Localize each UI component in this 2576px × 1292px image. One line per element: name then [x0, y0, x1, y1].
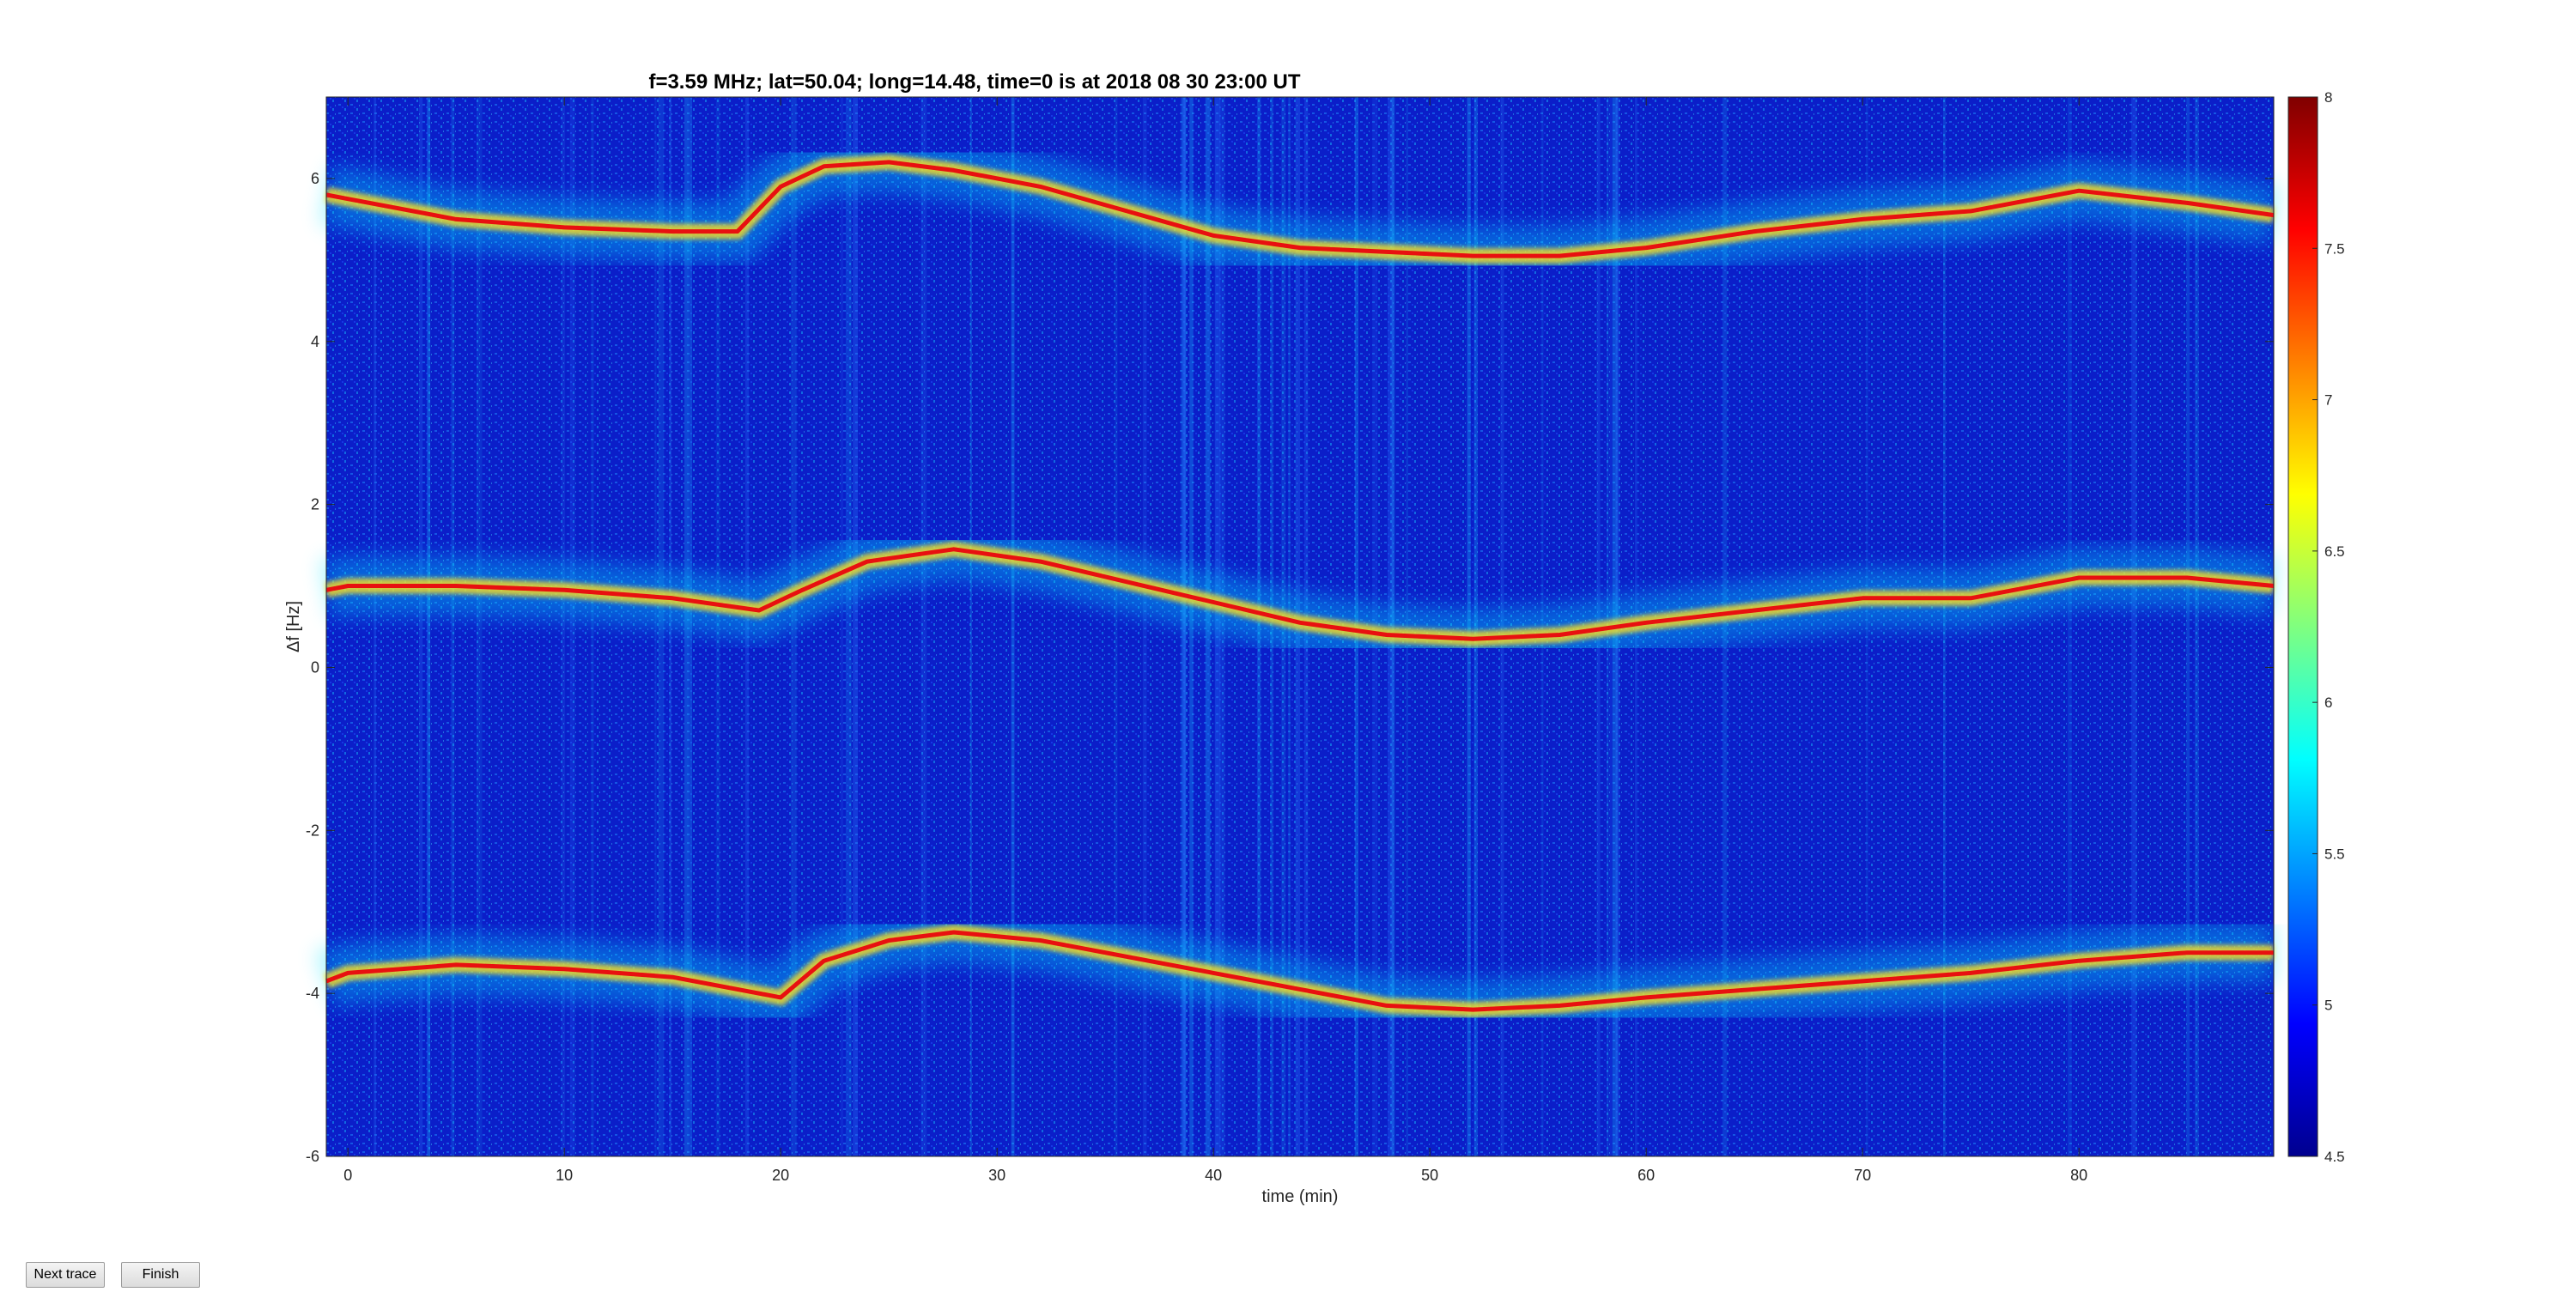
- x-tick-label: 20: [772, 1167, 789, 1184]
- x-tick-label: 30: [988, 1167, 1005, 1184]
- y-tick-label: -4: [306, 985, 319, 1002]
- x-tick-label: 10: [556, 1167, 573, 1184]
- noise-stripe: [853, 97, 858, 1156]
- noise-stripe: [845, 97, 852, 1156]
- colorbar-tick-label: 6.5: [2324, 543, 2345, 560]
- noise-stripe: [477, 97, 483, 1156]
- noise-stripe: [1011, 97, 1015, 1156]
- x-tick-label: 50: [1421, 1167, 1438, 1184]
- colorbar-tick-label: 7.5: [2324, 240, 2345, 257]
- noise-stripe: [2067, 97, 2072, 1156]
- x-tick-label: 0: [343, 1167, 352, 1184]
- spectrogram-figure: f=3.59 MHz; lat=50.04; long=14.48, time=…: [284, 70, 2345, 1206]
- y-tick-label: 4: [311, 333, 319, 350]
- noise-stripe: [920, 97, 927, 1156]
- x-tick-label: 40: [1205, 1167, 1222, 1184]
- y-tick-label: -2: [306, 822, 319, 839]
- noise-stripe: [427, 97, 431, 1156]
- x-axis-label: time (min): [1262, 1187, 1339, 1206]
- noise-stripe: [1115, 97, 1118, 1156]
- x-tick-label: 80: [2070, 1167, 2087, 1184]
- colorbar-gradient: [2287, 96, 2318, 1157]
- y-tick-label: 6: [311, 170, 319, 187]
- y-axis-label: Δf [Hz]: [284, 601, 303, 652]
- colorbar-tick-label: 4.5: [2324, 1149, 2345, 1165]
- noise-stripe: [2195, 97, 2199, 1156]
- noise-stripe: [1142, 97, 1147, 1156]
- y-tick-label: -6: [306, 1148, 319, 1165]
- next-trace-button[interactable]: Next trace: [26, 1262, 105, 1288]
- plot-area: [315, 96, 2278, 1157]
- colorbar-tick-label: 5.5: [2324, 846, 2345, 862]
- colorbar-tick-label: 7: [2324, 392, 2332, 409]
- colorbar-tick-label: 8: [2324, 89, 2332, 106]
- noise-stripe: [969, 97, 972, 1156]
- colorbar-tick-label: 5: [2324, 998, 2332, 1014]
- x-tick-label: 60: [1637, 1167, 1655, 1184]
- noise-stripe: [2186, 97, 2190, 1156]
- colorbar-tick-label: 6: [2324, 695, 2332, 711]
- noise-stripe: [840, 97, 844, 1156]
- noise-stripe: [2131, 97, 2137, 1156]
- x-tick-label: 70: [1854, 1167, 1871, 1184]
- colorbar: 4.5 5 5.5 6 6.5 7 7.5 8: [2287, 89, 2345, 1165]
- y-tick-label: 0: [311, 658, 319, 676]
- chart-title: f=3.59 MHz; lat=50.04; long=14.48, time=…: [648, 70, 1300, 94]
- noise-stripe: [451, 97, 455, 1156]
- y-tick-label: 2: [311, 496, 319, 513]
- finish-button[interactable]: Finish: [121, 1262, 200, 1288]
